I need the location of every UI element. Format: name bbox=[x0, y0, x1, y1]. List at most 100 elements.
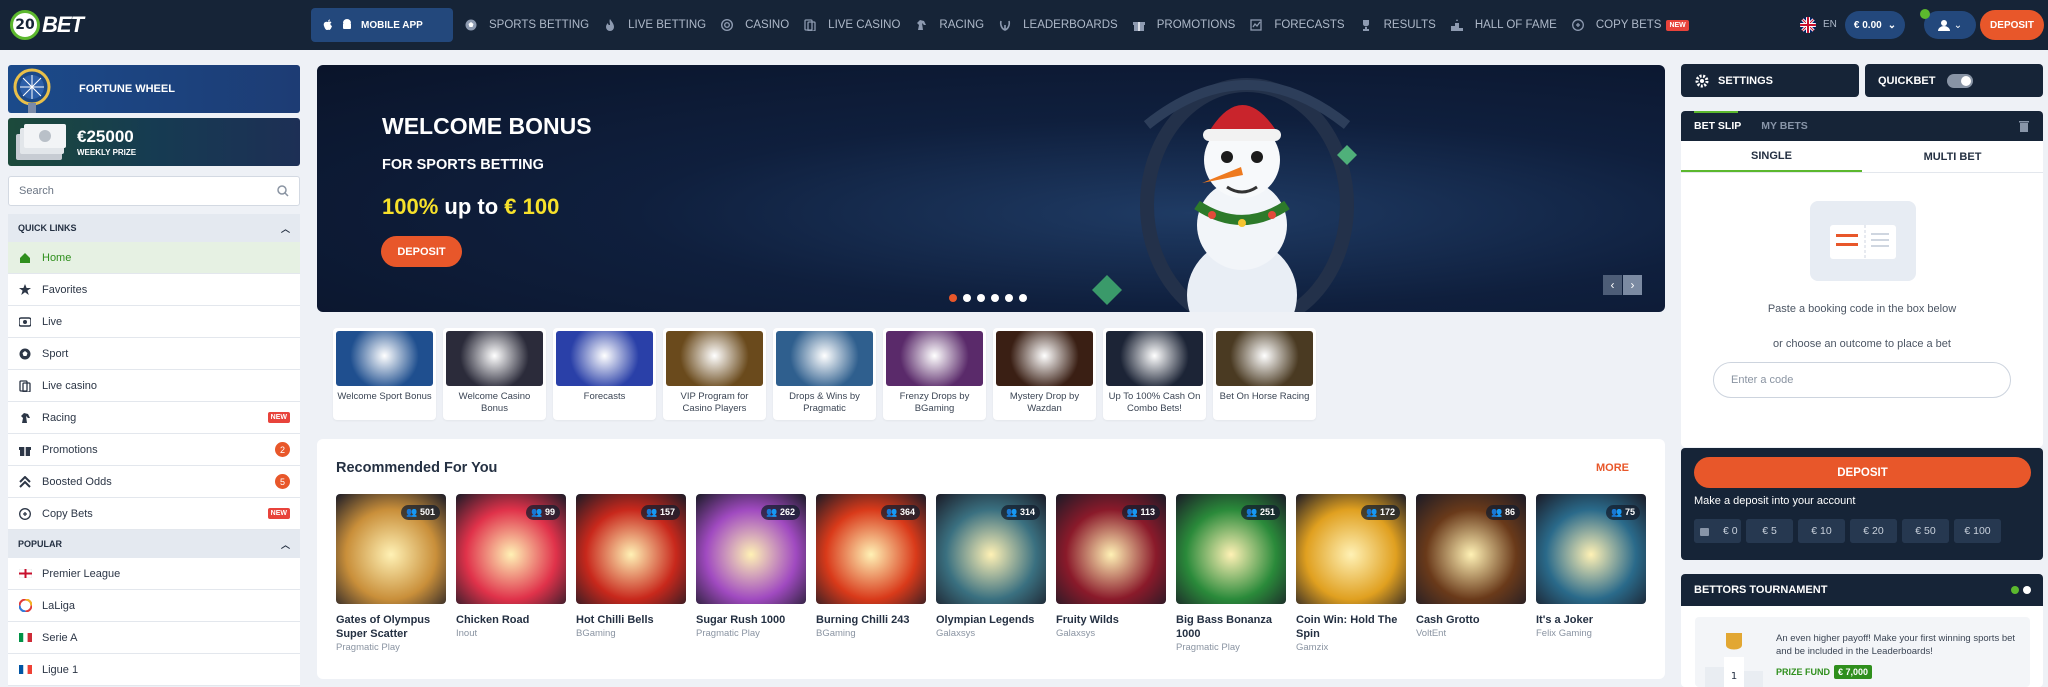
promo-card[interactable]: VIP Program for Casino Players bbox=[663, 328, 766, 420]
carousel-dot[interactable] bbox=[1019, 294, 1027, 302]
settings-button[interactable]: SETTINGS bbox=[1681, 64, 1859, 97]
sidebar-item-promotions[interactable]: Promotions 2 bbox=[8, 434, 300, 466]
deposit-amount-button[interactable]: € 50 bbox=[1902, 519, 1949, 543]
deposit-text: Make a deposit into your account bbox=[1694, 495, 1856, 507]
game-card[interactable]: 👥 75 It's a Joker Felix Gaming bbox=[1536, 494, 1646, 653]
game-card[interactable]: 👥 86 Cash Grotto VoltEnt bbox=[1416, 494, 1526, 653]
promo-card[interactable]: Up To 100% Cash On Combo Bets! bbox=[1103, 328, 1206, 420]
prize-fund: PRIZE FUND € 7,000 bbox=[1776, 665, 1873, 679]
game-card[interactable]: 👥 251 Big Bass Bonanza 1000 Pragmatic Play bbox=[1176, 494, 1286, 653]
quickbet-toggle[interactable]: QUICKBET bbox=[1865, 64, 2043, 97]
tab-multi-bet[interactable]: MULTI BET bbox=[1862, 141, 2043, 172]
live-icon bbox=[18, 315, 32, 329]
carousel-dot[interactable] bbox=[949, 294, 957, 302]
uk-flag-icon[interactable] bbox=[1800, 17, 1816, 33]
tab-my-bets[interactable]: MY BETS bbox=[1761, 120, 1807, 132]
sidebar-item-boosted-odds[interactable]: Boosted Odds 5 bbox=[8, 466, 300, 498]
deposit-amount-button[interactable]: € 20 bbox=[1850, 519, 1897, 543]
promo-card[interactable]: Welcome Casino Bonus bbox=[443, 328, 546, 420]
sidebar-item-live-casino[interactable]: Live casino bbox=[8, 370, 300, 402]
nav-live-betting[interactable]: LIVE BETTING bbox=[604, 19, 706, 31]
nav-casino[interactable]: CASINO bbox=[721, 19, 789, 31]
nav-forecasts[interactable]: FORECASTS bbox=[1250, 19, 1345, 31]
hero-deposit-button[interactable]: DEPOSIT bbox=[381, 236, 462, 267]
promo-card[interactable]: Bet On Horse Racing bbox=[1213, 328, 1316, 420]
next-arrow-icon[interactable]: › bbox=[1623, 275, 1642, 295]
chevron-down-icon: ⌄ bbox=[1887, 19, 1897, 31]
sidebar-item-premier-league[interactable]: Premier League bbox=[8, 558, 300, 590]
fortune-wheel-banner[interactable]: FORTUNE WHEEL bbox=[8, 65, 300, 113]
sidebar-item-ligue-1[interactable]: Ligue 1 bbox=[8, 654, 300, 686]
header-deposit-button[interactable]: DEPOSIT bbox=[1980, 10, 2044, 40]
promo-card[interactable]: Frenzy Drops by BGaming bbox=[883, 328, 986, 420]
game-provider: VoltEnt bbox=[1416, 628, 1447, 639]
nav-hall-of-fame[interactable]: HALL OF FAME bbox=[1450, 19, 1557, 31]
laurel-icon bbox=[999, 19, 1017, 31]
user-menu-button[interactable]: ⌄ bbox=[1924, 11, 1976, 39]
deposit-amount-button[interactable]: € 5 bbox=[1746, 519, 1793, 543]
sidebar-item-copy-bets[interactable]: Copy Bets NEW bbox=[8, 498, 300, 530]
promo-card-image bbox=[996, 331, 1093, 386]
promo-card[interactable]: Forecasts bbox=[553, 328, 656, 420]
sidebar-item-favorites[interactable]: Favorites bbox=[8, 274, 300, 306]
logo[interactable]: 20 BET bbox=[10, 8, 90, 42]
balance-button[interactable]: € 0.00 ⌄ bbox=[1845, 11, 1905, 39]
nav-results[interactable]: RESULTS bbox=[1360, 19, 1436, 31]
game-card[interactable]: 👥 99 Chicken Road Inout bbox=[456, 494, 566, 653]
deposit-amount-button[interactable]: € 100 bbox=[1954, 519, 2001, 543]
game-card[interactable]: 👥 314 Olympian Legends Galaxsys bbox=[936, 494, 1046, 653]
game-card[interactable]: 👥 172 Coin Win: Hold The Spin Gamzix bbox=[1296, 494, 1406, 653]
sidebar-item-serie-a[interactable]: Serie A bbox=[8, 622, 300, 654]
deposit-button[interactable]: DEPOSIT bbox=[1694, 457, 2031, 488]
players-icon: 👥 bbox=[406, 507, 420, 517]
trash-icon[interactable] bbox=[2019, 120, 2029, 132]
carousel-dot[interactable] bbox=[963, 294, 971, 302]
paste-code-text: Paste a booking code in the box below bbox=[1767, 303, 1957, 315]
sidebar-item-racing[interactable]: Racing NEW bbox=[8, 402, 300, 434]
mobile-app-button[interactable]: MOBILE APP bbox=[311, 8, 453, 42]
promo-card[interactable]: Mystery Drop by Wazdan bbox=[993, 328, 1096, 420]
quick-links-header[interactable]: QUICK LINKS ︿ bbox=[8, 214, 300, 242]
promo-card[interactable]: Drops & Wins by Pragmatic bbox=[773, 328, 876, 420]
search-input[interactable]: Search bbox=[8, 176, 300, 206]
game-card[interactable]: 👥 262 Sugar Rush 1000 Pragmatic Play bbox=[696, 494, 806, 653]
hero-banner[interactable]: WELCOME BONUS FOR SPORTS BETTING 100% up… bbox=[317, 65, 1665, 312]
carousel-dot[interactable] bbox=[1005, 294, 1013, 302]
copy-icon bbox=[18, 507, 32, 521]
deposit-amount-button[interactable]: € 10 bbox=[1798, 519, 1845, 543]
nav-racing[interactable]: RACING bbox=[915, 19, 984, 31]
nav-live-casino[interactable]: LIVE CASINO bbox=[804, 19, 900, 31]
game-card[interactable]: 👥 157 Hot Chilli Bells BGaming bbox=[576, 494, 686, 653]
carousel-dot[interactable] bbox=[977, 294, 985, 302]
new-badge: NEW bbox=[267, 508, 290, 519]
tournament-pager[interactable] bbox=[2011, 586, 2031, 594]
prev-arrow-icon[interactable]: ‹ bbox=[1603, 275, 1622, 295]
deposit-amount-button[interactable]: € 0 bbox=[1694, 519, 1741, 543]
game-name: Sugar Rush 1000 bbox=[696, 614, 786, 626]
tab-single[interactable]: SINGLE bbox=[1681, 141, 1862, 172]
sidebar-item-home[interactable]: Home bbox=[8, 242, 300, 274]
laliga-icon bbox=[18, 599, 32, 613]
nav-leaderboards[interactable]: LEADERBOARDS bbox=[999, 19, 1118, 31]
more-link[interactable]: MORE bbox=[1596, 462, 1629, 474]
sidebar-item-live[interactable]: Live bbox=[8, 306, 300, 338]
game-card[interactable]: 👥 113 Fruity Wilds Galaxsys bbox=[1056, 494, 1166, 653]
carousel-dot[interactable] bbox=[991, 294, 999, 302]
popular-header[interactable]: POPULAR ︿ bbox=[8, 530, 300, 558]
nav-copy-bets[interactable]: COPY BETS NEW bbox=[1571, 19, 1689, 31]
booking-code-input[interactable]: Enter a code bbox=[1713, 362, 2011, 398]
nav-sports-betting[interactable]: SPORTS BETTING bbox=[465, 19, 589, 31]
tab-bet-slip[interactable]: BET SLIP bbox=[1694, 111, 1741, 132]
quickbet-switch[interactable] bbox=[1947, 73, 1974, 88]
promo-card-image bbox=[1216, 331, 1313, 386]
language-selector[interactable]: EN bbox=[1823, 19, 1837, 30]
promo-cards-row: Welcome Sport Bonus Welcome Casino Bonus F… bbox=[333, 328, 1316, 420]
star-icon bbox=[18, 283, 32, 297]
game-card[interactable]: 👥 501 Gates of Olympus Super Scatter Pragm… bbox=[336, 494, 446, 653]
weekly-prize-banner[interactable]: €25000 WEEKLY PRIZE bbox=[8, 118, 300, 166]
nav-promotions[interactable]: PROMOTIONS bbox=[1132, 19, 1235, 31]
sidebar-item-laliga[interactable]: LaLiga bbox=[8, 590, 300, 622]
sidebar-item-sport[interactable]: Sport bbox=[8, 338, 300, 370]
game-card[interactable]: 👥 364 Burning Chilli 243 BGaming bbox=[816, 494, 926, 653]
promo-card[interactable]: Welcome Sport Bonus bbox=[333, 328, 436, 420]
